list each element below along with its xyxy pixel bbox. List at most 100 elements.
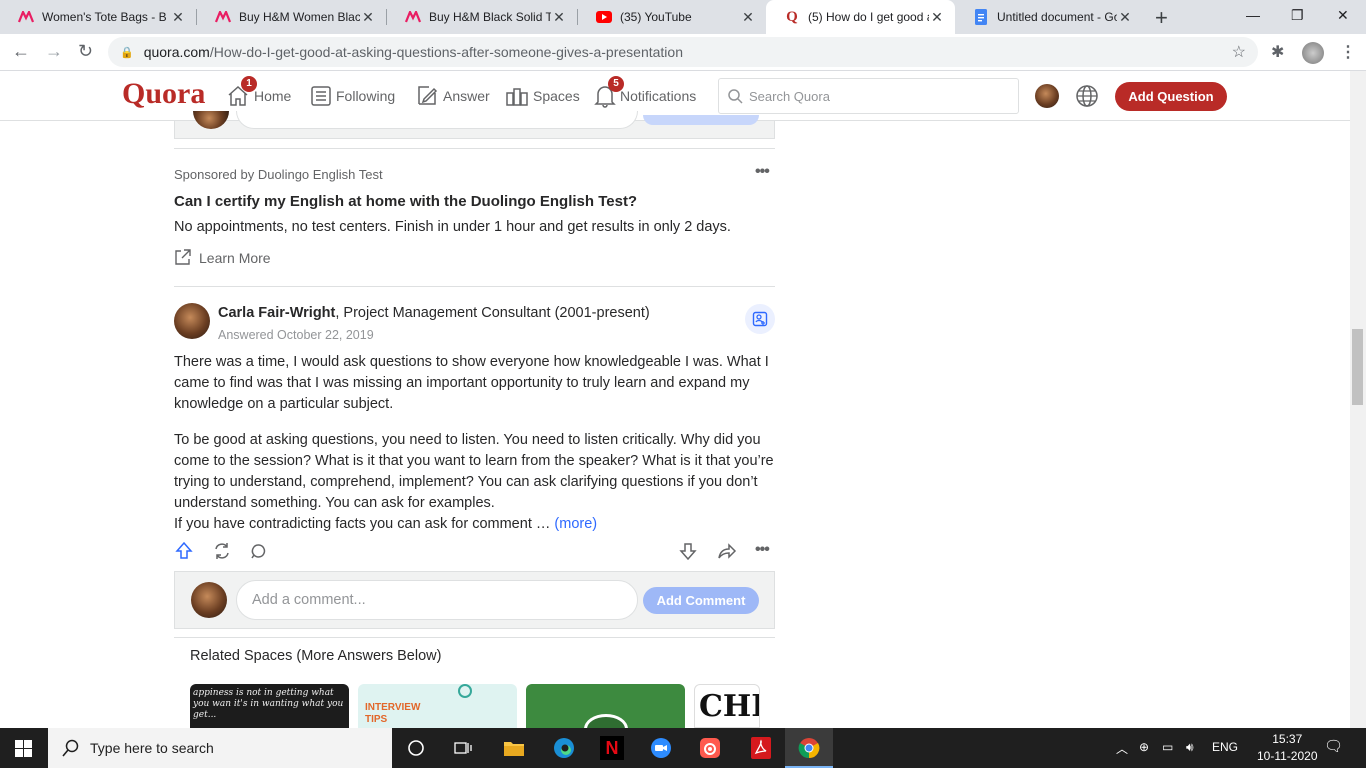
browser-tab[interactable]: (35) YouTube ✕: [578, 0, 766, 34]
edge-icon[interactable]: [552, 736, 576, 760]
answer-text: If you have contradicting facts you can …: [174, 516, 555, 532]
notifications-badge: 5: [608, 76, 624, 92]
back-icon[interactable]: ←: [12, 41, 30, 62]
browser-tab[interactable]: Untitled document - Go ✕: [955, 0, 1143, 34]
clock[interactable]: 15:37 10-11-2020: [1257, 731, 1318, 765]
new-tab-icon[interactable]: +: [1155, 5, 1168, 31]
search-input[interactable]: Search Quora: [718, 78, 1019, 114]
close-tab-icon[interactable]: ✕: [740, 9, 756, 26]
network-icon[interactable]: ⊕: [1139, 740, 1149, 754]
upvote-icon[interactable]: [175, 541, 193, 561]
space-card[interactable]: CHE: [694, 684, 760, 728]
windows-taskbar: Type here to search N ︿ ⊕ ▭ 🔊︎ ENG 15:37…: [0, 728, 1366, 768]
menu-icon[interactable]: ⋮: [1340, 42, 1356, 62]
spaces-icon: [506, 88, 528, 106]
close-tab-icon[interactable]: ✕: [1117, 9, 1133, 26]
browser-tab[interactable]: Women's Tote Bags - B ✕: [0, 0, 196, 34]
show-hidden-icons[interactable]: ︿: [1116, 740, 1128, 757]
close-tab-icon[interactable]: ✕: [551, 9, 567, 26]
nav-answer-label: Answer: [443, 88, 490, 104]
file-explorer-icon[interactable]: [502, 736, 526, 760]
quora-icon: Q: [786, 8, 798, 25]
battery-icon[interactable]: ▭: [1162, 740, 1173, 754]
myntra-icon: [215, 9, 231, 25]
chrome-taskbar-button[interactable]: [785, 728, 833, 768]
comment-input[interactable]: Add a comment...: [236, 580, 638, 620]
language-indicator[interactable]: ENG: [1212, 740, 1238, 754]
author-avatar[interactable]: [174, 303, 210, 339]
close-tab-icon[interactable]: ✕: [170, 9, 186, 26]
taskbar-search[interactable]: Type here to search: [48, 728, 392, 768]
nav-home-label: Home: [254, 88, 292, 104]
quora-logo[interactable]: Quora: [122, 77, 205, 111]
reload-icon[interactable]: ↻: [78, 41, 93, 62]
browser-tab-active[interactable]: Q (5) How do I get good a ✕: [766, 0, 955, 34]
url-bar[interactable]: 🔒 quora.com/How-do-I-get-good-at-asking-…: [108, 37, 1258, 67]
answer-date[interactable]: Answered October 22, 2019: [218, 328, 374, 342]
answer-paragraph-last: If you have contradicting facts you can …: [174, 514, 777, 535]
notification-center-icon[interactable]: 🗨︎: [1324, 737, 1343, 755]
task-view-icon[interactable]: [452, 736, 476, 760]
learn-more-link[interactable]: Learn More: [174, 249, 271, 266]
space-card[interactable]: appiness is not in getting what you wan …: [190, 684, 349, 728]
browser-tab[interactable]: Buy H&M Black Solid To ✕: [387, 0, 577, 34]
forward-icon[interactable]: →: [45, 41, 63, 62]
extensions-icon[interactable]: ✱: [1271, 42, 1284, 62]
taskbar-search-placeholder: Type here to search: [90, 740, 214, 756]
minimize-icon[interactable]: —: [1246, 7, 1260, 23]
youtube-icon: [596, 9, 612, 25]
author-name[interactable]: Carla Fair-Wright: [218, 305, 335, 321]
globe-icon[interactable]: [1075, 84, 1099, 108]
myntra-icon: [18, 9, 34, 25]
docs-icon: [973, 9, 989, 25]
tab-title: Women's Tote Bags - B: [42, 10, 167, 24]
follow-icon: [752, 311, 768, 327]
page-scrollbar[interactable]: [1350, 71, 1366, 728]
close-tab-icon[interactable]: ✕: [360, 9, 376, 26]
profile-avatar[interactable]: [1302, 42, 1324, 64]
close-tab-icon[interactable]: ✕: [929, 9, 945, 26]
close-window-icon[interactable]: ✕: [1337, 7, 1349, 24]
divider: [174, 286, 775, 287]
user-avatar[interactable]: [1035, 84, 1059, 108]
cortana-icon[interactable]: [404, 736, 428, 760]
browser-tab[interactable]: Buy H&M Women Black ✕: [197, 0, 386, 34]
bookmark-star-icon[interactable]: ☆: [1232, 42, 1246, 62]
ad-text: No appointments, no test centers. Finish…: [174, 219, 731, 235]
netflix-icon[interactable]: N: [600, 736, 624, 760]
follow-author-button[interactable]: [745, 304, 775, 334]
space-card-text: appiness is not in getting what you wan …: [193, 688, 344, 720]
add-comment-button[interactable]: Add Comment: [643, 587, 759, 614]
scrollbar-thumb[interactable]: [1352, 329, 1363, 405]
myntra-icon: [405, 9, 421, 25]
comment-icon[interactable]: [250, 541, 268, 561]
volume-icon[interactable]: 🔊︎: [1186, 740, 1194, 755]
ad-title[interactable]: Can I certify my English at home with th…: [174, 193, 637, 210]
add-question-button[interactable]: Add Question: [1115, 82, 1227, 111]
answer-more-options-icon[interactable]: •••: [755, 541, 770, 559]
home-badge: 1: [241, 76, 257, 92]
commenter-avatar: [191, 582, 227, 618]
nav-following-label: Following: [336, 88, 396, 104]
windows-start-icon[interactable]: [15, 740, 32, 757]
share-reshare-icon[interactable]: [212, 541, 232, 561]
external-link-icon: [175, 249, 191, 265]
zoom-icon[interactable]: [649, 736, 673, 760]
comment-box: Add a comment... Add Comment: [174, 571, 775, 629]
restore-icon[interactable]: ❐: [1291, 7, 1304, 24]
space-card[interactable]: [526, 684, 685, 728]
recorder-icon[interactable]: [698, 736, 722, 760]
share-icon[interactable]: [717, 541, 737, 561]
author-credential: , Project Management Consultant (2001-pr…: [335, 305, 650, 321]
acrobat-icon[interactable]: [749, 736, 773, 760]
pencil-icon: [418, 86, 438, 105]
tab-title: Untitled document - Go: [997, 10, 1117, 24]
downvote-icon[interactable]: [679, 541, 697, 561]
url-host: quora.com: [143, 44, 210, 60]
more-options-icon[interactable]: •••: [755, 163, 770, 181]
nav-spaces-label: Spaces: [533, 88, 580, 104]
clock-time: 15:37: [1272, 732, 1303, 746]
more-link[interactable]: (more): [554, 516, 597, 532]
space-card[interactable]: INTERVIEW TIPS: [358, 684, 517, 728]
search-placeholder: Search Quora: [749, 88, 830, 104]
